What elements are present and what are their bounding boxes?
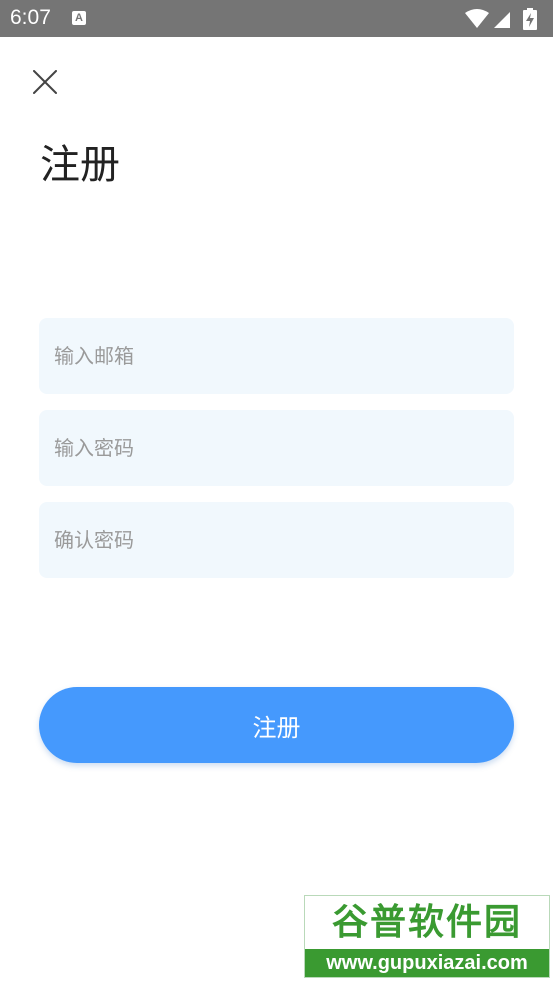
confirm-password-field[interactable] (39, 502, 514, 578)
email-field-container (39, 318, 514, 394)
register-button[interactable]: 注册 (39, 687, 514, 763)
status-icons (465, 8, 545, 30)
battery-charging-icon (523, 8, 537, 30)
password-field[interactable] (39, 410, 514, 486)
close-button[interactable] (26, 62, 64, 100)
email-field[interactable] (39, 318, 514, 394)
watermark-logo: 谷普软件园 www.gupuxiazai.com (304, 895, 550, 978)
signal-icon (494, 12, 510, 28)
register-screen: 6:07 A 注册 注册 谷普软件园 (0, 0, 553, 983)
confirm-password-field-container (39, 502, 514, 578)
status-time: 6:07 (10, 6, 51, 29)
status-bar: 6:07 A (0, 0, 553, 37)
close-icon (33, 70, 57, 94)
watermark-title: 谷普软件园 (331, 902, 522, 943)
wifi-icon (465, 9, 489, 28)
watermark-url: www.gupuxiazai.com (305, 949, 549, 977)
page-title: 注册 (40, 142, 120, 188)
notification-icon: A (72, 11, 86, 25)
password-field-container (39, 410, 514, 486)
